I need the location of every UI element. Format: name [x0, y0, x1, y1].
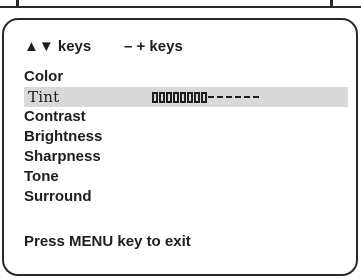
keys-hint: ▲▼ keys – + keys — [24, 38, 183, 55]
frame-stub-left — [16, 0, 19, 8]
level-segment-empty — [244, 96, 250, 98]
level-segment-empty — [208, 96, 214, 98]
level-segment-empty — [217, 96, 223, 98]
menu-item-label: Brightness — [24, 128, 103, 145]
menu-item-tint[interactable]: Tint — [24, 87, 348, 107]
menu-item-sharpness[interactable]: Sharpness — [24, 147, 348, 167]
level-segment-filled — [159, 91, 165, 103]
menu-item-surround[interactable]: Surround — [24, 187, 348, 207]
tint-level-meter[interactable] — [152, 87, 262, 107]
menu-item-label: Contrast — [24, 108, 86, 125]
menu-item-brightness[interactable]: Brightness — [24, 127, 348, 147]
top-frame-rule — [0, 0, 361, 8]
exit-hint: Press MENU key to exit — [24, 233, 191, 250]
level-segment-empty — [253, 96, 259, 98]
menu-item-label: Color — [24, 68, 64, 85]
menu-item-label: Surround — [24, 188, 92, 205]
level-segment-filled — [194, 91, 200, 103]
level-segment-filled — [201, 91, 207, 103]
level-segment-filled — [152, 91, 158, 103]
level-segment-filled — [187, 91, 193, 103]
level-segment-filled — [173, 91, 179, 103]
osd-menu-list: Color Tint Contrast Brightness Sharpness… — [24, 67, 348, 207]
frame-stub-right — [330, 0, 333, 8]
menu-item-label: Tone — [24, 168, 59, 185]
level-segment-filled — [180, 91, 186, 103]
level-segment-filled — [166, 91, 172, 103]
menu-item-label: Sharpness — [24, 148, 101, 165]
adjust-keys-hint: – + keys — [124, 38, 183, 55]
menu-item-color[interactable]: Color — [24, 67, 348, 87]
level-segment-empty — [226, 96, 232, 98]
menu-item-label: Tint — [28, 88, 60, 106]
menu-item-contrast[interactable]: Contrast — [24, 107, 348, 127]
menu-item-tone[interactable]: Tone — [24, 167, 348, 187]
level-segment-empty — [235, 96, 241, 98]
navigate-keys-hint: ▲▼ keys — [24, 38, 92, 55]
